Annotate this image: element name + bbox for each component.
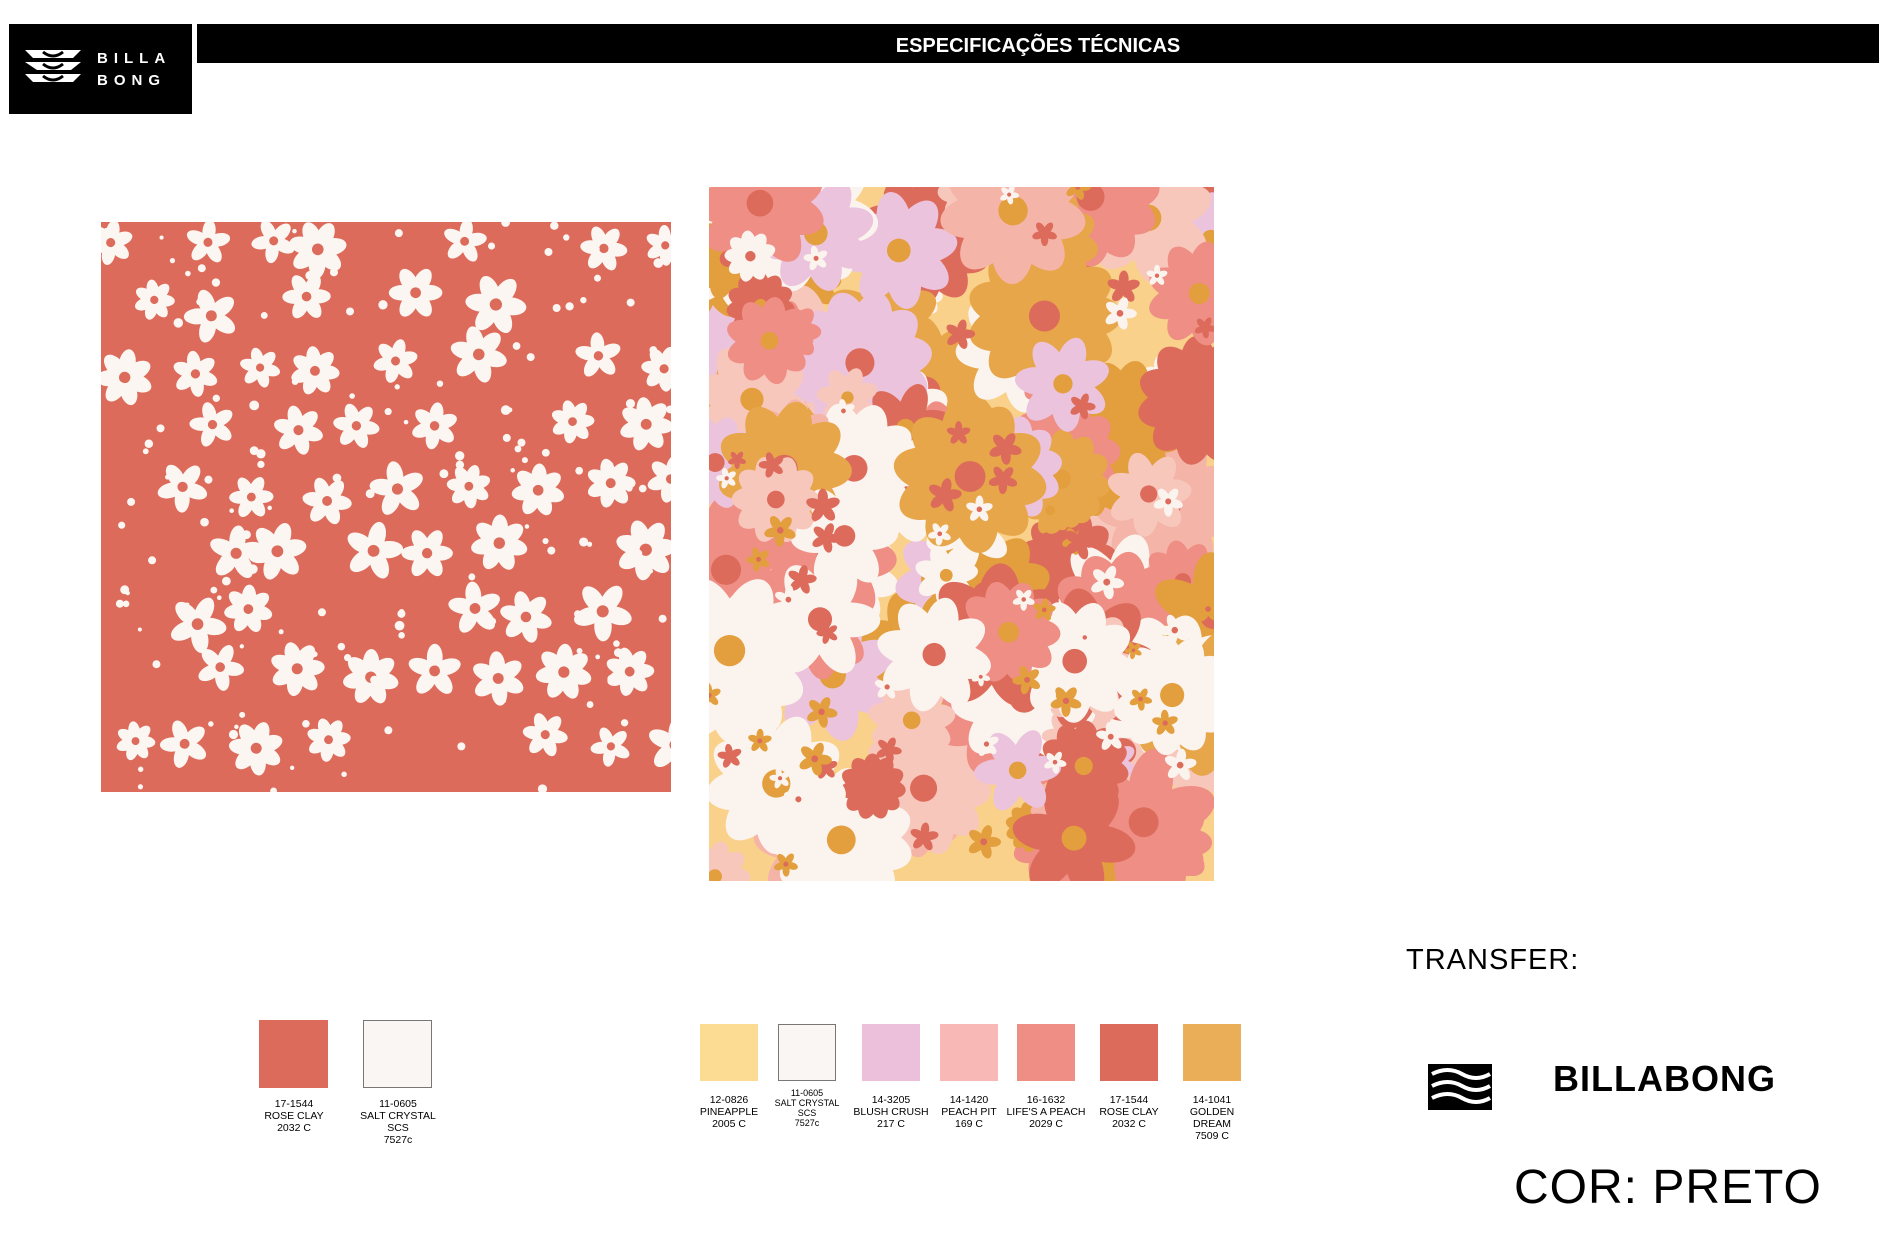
swatch-label-blush-crush: 14-3205 BLUSH CRUSH 217 C xyxy=(853,1094,929,1130)
brand-wordmark: BILLABONG xyxy=(1553,1058,1776,1099)
swatch-label-salt-crystal: 11-0605 SALT CRYSTAL SCS 7527c xyxy=(360,1098,436,1146)
swatch-label-peach-pit: 14-1420 PEACH PIT 169 C xyxy=(941,1094,997,1130)
swatch-blush-crush xyxy=(862,1024,920,1081)
swatch-lifes-a-peach xyxy=(1017,1024,1075,1081)
billabong-wave-icon xyxy=(1428,1064,1492,1110)
billabong-logo: BILLA BONG xyxy=(9,24,192,114)
swatch-rose-clay xyxy=(259,1020,328,1088)
transfer-label: TRANSFER: xyxy=(1406,944,1580,976)
swatch-label-rose-clay: 17-1544 ROSE CLAY 2032 C xyxy=(264,1098,324,1134)
logo-wordmark: BILLA BONG xyxy=(97,50,172,89)
swatch-salt-crystal xyxy=(363,1020,432,1088)
swatch-label-lifes-a-peach: 16-1632 LIFE'S A PEACH 2029 C xyxy=(1006,1094,1086,1130)
swatch-salt-crystal-2 xyxy=(778,1024,836,1081)
swatch-golden-dream xyxy=(1183,1024,1241,1081)
swatch-pineapple xyxy=(700,1024,758,1081)
color-note: COR: PRETO xyxy=(1514,1161,1822,1214)
swatch-label-rose-clay-2: 17-1544 ROSE CLAY 2032 C xyxy=(1099,1094,1159,1130)
swatch-rose-clay-2 xyxy=(1100,1024,1158,1081)
large-floral-print xyxy=(709,187,1214,881)
swatch-label-pineapple: 12-0826 PINEAPPLE 2005 C xyxy=(699,1094,759,1130)
swatch-label-salt-crystal-2: 11-0605 SALT CRYSTAL SCS 7527c xyxy=(774,1088,840,1128)
page-title: ESPECIFICAÇÕES TÉCNICAS xyxy=(197,24,1879,63)
swatch-peach-pit xyxy=(940,1024,998,1081)
billabong-wave-icon xyxy=(25,50,81,82)
swatch-label-golden-dream: 14-1041 GOLDEN DREAM 7509 C xyxy=(1189,1094,1235,1142)
small-floral-print xyxy=(101,222,671,792)
